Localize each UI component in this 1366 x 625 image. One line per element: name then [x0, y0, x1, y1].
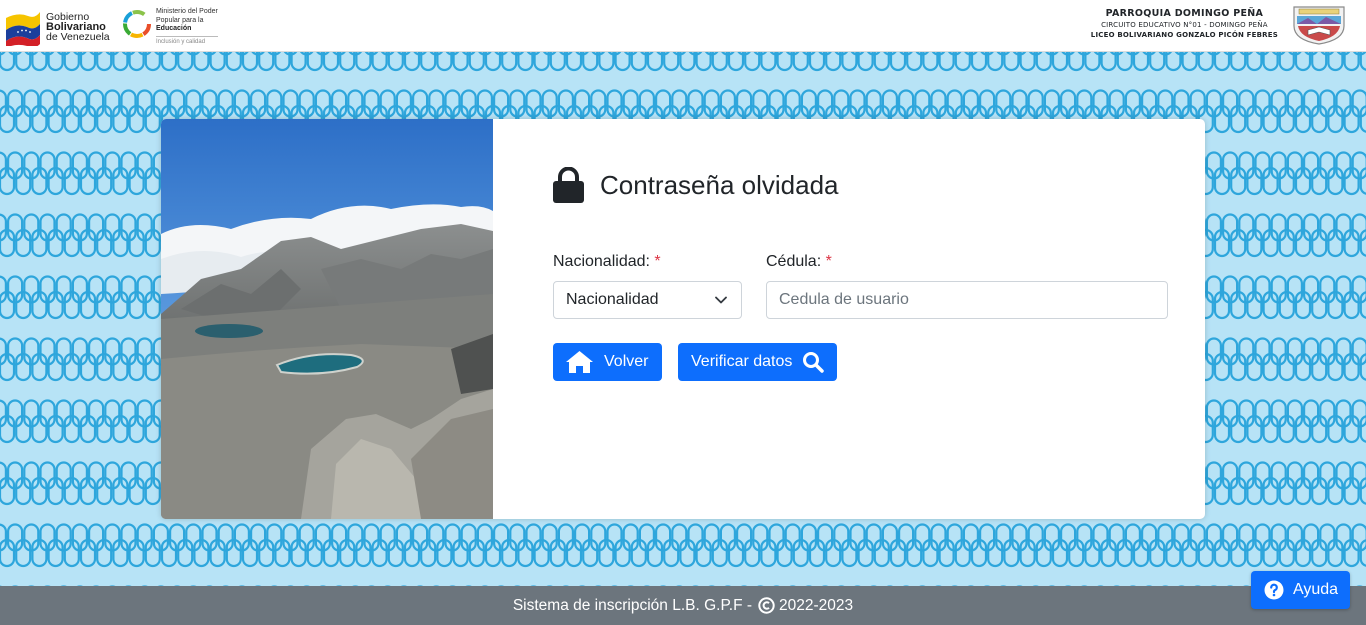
gov-line3: de Venezuela	[46, 31, 110, 43]
verificar-button-label: Verificar datos	[691, 353, 793, 370]
copyright-icon	[758, 597, 775, 614]
ministry-line3: Educación	[156, 25, 192, 33]
forgot-password-card: Contraseña olvidada Nacionalidad: * Cédu…	[161, 119, 1205, 519]
school-circuit: CIRCUITO EDUCATIVO N°01 - DOMINGO PEÑA	[1101, 21, 1268, 29]
required-mark: *	[825, 253, 832, 270]
cedula-input[interactable]	[766, 281, 1168, 319]
cedula-label-text: Cédula:	[766, 253, 822, 270]
form-title-text: Contraseña olvidada	[600, 169, 839, 200]
verificar-datos-button[interactable]: Verificar datos	[678, 343, 837, 381]
nacionalidad-selected-value: Nacionalidad	[566, 291, 659, 308]
nacionalidad-label-text: Nacionalidad:	[553, 253, 650, 270]
lock-icon	[553, 167, 584, 203]
school-crest-icon	[1293, 6, 1345, 45]
form-title: Contraseña olvidada	[553, 167, 839, 203]
help-button[interactable]: Ayuda	[1251, 571, 1350, 609]
required-mark: *	[654, 253, 661, 270]
top-header: Gobierno Bolivariano de Venezuela Minist…	[0, 0, 1366, 52]
ministry-emblem-icon	[123, 10, 151, 38]
school-name: LICEO BOLIVARIANO GONZALO PICÓN FEBRES	[1090, 31, 1278, 39]
venezuela-flag-icon	[6, 12, 40, 46]
mountain-landscape-image	[161, 119, 493, 519]
volver-button[interactable]: Volver	[553, 343, 662, 381]
ministry-line2: Popular para la	[156, 16, 204, 24]
footer-years: 2022-2023	[779, 596, 854, 614]
school-parish: PARROQUIA DOMINGO PEÑA	[1105, 8, 1264, 19]
home-icon	[566, 351, 593, 373]
nacionalidad-label: Nacionalidad: *	[553, 253, 661, 271]
cedula-label: Cédula: *	[766, 253, 832, 271]
footer: Sistema de inscripción L.B. G.P.F - 2022…	[0, 586, 1366, 625]
nacionalidad-select[interactable]: Nacionalidad	[553, 281, 742, 319]
ministry-logo: Ministerio del Poder Popular para la Edu…	[121, 8, 218, 46]
volver-button-label: Volver	[604, 353, 649, 370]
chevron-down-icon	[715, 296, 727, 304]
search-icon	[803, 352, 825, 373]
ministry-line1: Ministerio del Poder	[156, 8, 218, 15]
government-logo: Gobierno Bolivariano de Venezuela	[4, 8, 110, 46]
ministry-tagline: Inclusión y calidad	[156, 35, 218, 47]
footer-text: Sistema de inscripción L.B. G.P.F -	[512, 596, 753, 614]
question-circle-icon	[1264, 580, 1284, 600]
help-button-label: Ayuda	[1293, 581, 1339, 598]
school-info: PARROQUIA DOMINGO PEÑA CIRCUITO EDUCATIV…	[1091, 8, 1278, 39]
